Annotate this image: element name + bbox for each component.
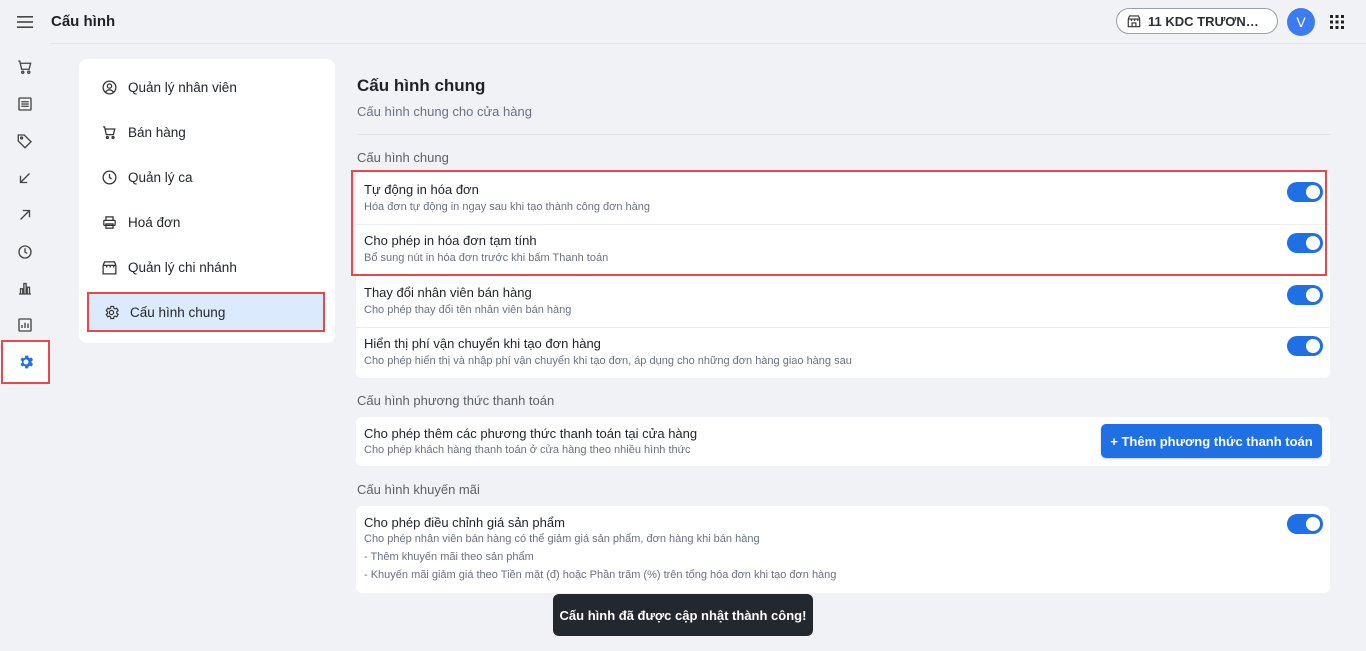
store-name: 11 KDC TRƯƠNG Đ... (1148, 13, 1268, 29)
general-settings-card: Tự động in hóa đơn Hóa đơn tự động in ng… (356, 172, 1330, 378)
setting-row-payment-methods: Cho phép thêm các phương thức thanh toán… (356, 417, 1330, 466)
store-icon (1127, 15, 1141, 28)
temp-invoice-toggle[interactable] (1287, 233, 1323, 253)
settings-nav: Quản lý nhân viên Bán hàng Quản lý ca Ho… (79, 59, 335, 343)
nav-item-label: Cấu hình chung (130, 304, 226, 320)
printer-icon (103, 215, 116, 229)
setting-label: Thay đổi nhân viên bán hàng (364, 285, 532, 300)
nav-item-branches[interactable]: Quản lý chi nhánh (87, 247, 325, 287)
arrow-down-left-icon[interactable] (10, 163, 40, 193)
gear-icon (105, 305, 119, 319)
store-selector[interactable]: 11 KDC TRƯƠNG Đ... (1116, 8, 1278, 34)
setting-desc: Cho phép hiển thị và nhập phí vận chuyển… (364, 355, 852, 367)
change-staff-toggle[interactable] (1287, 285, 1323, 305)
cart-icon[interactable] (10, 52, 40, 82)
list-icon[interactable] (10, 89, 40, 119)
setting-label: Hiển thị phí vận chuyển khi tạo đơn hàng (364, 336, 601, 351)
divider (357, 134, 1330, 135)
gear-icon[interactable] (1, 340, 50, 384)
nav-item-label: Quản lý nhân viên (128, 79, 237, 95)
report-icon[interactable] (10, 310, 40, 340)
promo-section-title: Cấu hình khuyến mãi (357, 482, 480, 497)
auto-print-toggle[interactable] (1287, 182, 1323, 202)
cart-icon (103, 125, 116, 139)
setting-desc-bullet: - Thêm khuyến mãi theo sản phẩm (364, 551, 534, 563)
promo-settings-card: Cho phép điều chỉnh giá sản phẩm Cho phé… (356, 506, 1330, 593)
price-adjust-toggle[interactable] (1287, 514, 1323, 534)
top-header: Cấu hình 11 KDC TRƯƠNG Đ... V (50, 0, 1366, 44)
add-payment-method-button[interactable]: + Thêm phương thức thanh toán (1101, 424, 1322, 458)
setting-label: Tự động in hóa đơn (364, 182, 479, 197)
general-section-title: Cấu hình chung (357, 150, 449, 165)
payment-section-title: Cấu hình phương thức thanh toán (357, 393, 555, 408)
shipping-fee-toggle[interactable] (1287, 336, 1323, 356)
nav-item-shifts[interactable]: Quản lý ca (87, 157, 325, 197)
setting-desc: Cho phép nhân viên bán hàng có thể giảm … (364, 533, 760, 545)
apps-grid-icon[interactable] (1330, 15, 1344, 29)
menu-icon[interactable] (14, 12, 36, 32)
setting-desc: Bổ sung nút in hóa đơn trước khi bấm Tha… (364, 252, 609, 264)
setting-desc: Cho phép thay đổi tên nhân viên bán hàng (364, 304, 572, 316)
setting-desc-bullet: - Khuyến mãi giảm giá theo Tiền mặt (đ) … (364, 569, 837, 581)
setting-desc: Cho phép khách hàng thanh toán ở cửa hàn… (364, 444, 691, 456)
tag-icon[interactable] (10, 126, 40, 156)
setting-row-price-adjust: Cho phép điều chỉnh giá sản phẩm Cho phé… (356, 506, 1330, 593)
nav-item-sales[interactable]: Bán hàng (87, 112, 325, 152)
nav-item-invoice[interactable]: Hoá đơn (87, 202, 325, 242)
left-rail (0, 0, 50, 651)
store-icon (102, 260, 117, 275)
arrow-up-right-icon[interactable] (10, 200, 40, 230)
success-toast: Cấu hình đã được cập nhật thành công! (553, 594, 813, 636)
bar-chart-icon[interactable] (10, 273, 40, 303)
nav-item-label: Bán hàng (128, 124, 186, 140)
clock-icon (102, 169, 117, 185)
setting-desc: Hóa đơn tự động in ngay sau khi tạo thàn… (364, 201, 650, 213)
setting-row-temp-invoice: Cho phép in hóa đơn tạm tính Bổ sung nút… (356, 224, 1330, 276)
avatar[interactable]: V (1287, 8, 1315, 36)
setting-row-auto-print: Tự động in hóa đơn Hóa đơn tự động in ng… (356, 172, 1330, 224)
nav-item-label: Quản lý chi nhánh (128, 259, 237, 275)
nav-item-general-config[interactable]: Cấu hình chung (87, 292, 325, 332)
nav-item-label: Hoá đơn (128, 214, 181, 230)
nav-item-label: Quản lý ca (128, 169, 193, 185)
setting-label: Cho phép in hóa đơn tạm tính (364, 233, 537, 248)
setting-label: Cho phép điều chỉnh giá sản phẩm (364, 515, 565, 530)
page-title: Cấu hình (51, 13, 116, 30)
section-heading: Cấu hình chung (357, 76, 486, 95)
setting-row-shipping-fee: Hiển thị phí vận chuyển khi tạo đơn hàng… (356, 327, 1330, 378)
section-subheading: Cấu hình chung cho cửa hàng (357, 104, 532, 119)
setting-row-change-staff: Thay đổi nhân viên bán hàng Cho phép tha… (356, 276, 1330, 327)
user-circle-icon (102, 79, 117, 95)
setting-label: Cho phép thêm các phương thức thanh toán… (364, 426, 698, 441)
nav-item-staff[interactable]: Quản lý nhân viên (87, 67, 325, 107)
payment-settings-card: Cho phép thêm các phương thức thanh toán… (356, 417, 1330, 466)
clock-icon[interactable] (10, 237, 40, 267)
